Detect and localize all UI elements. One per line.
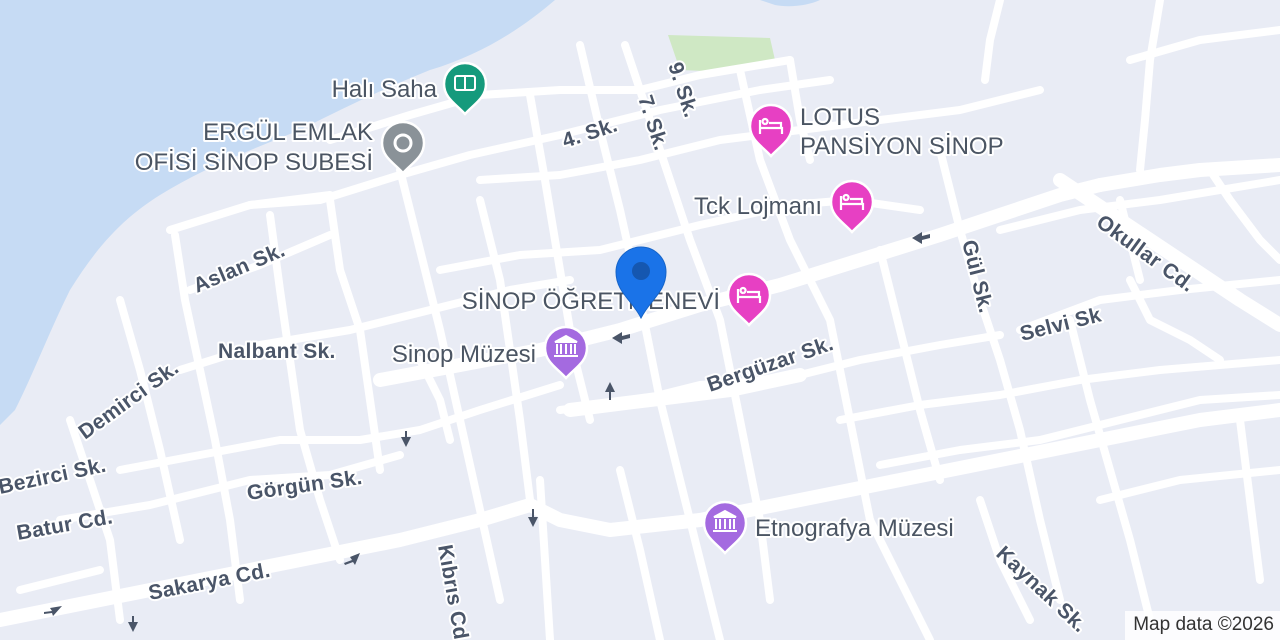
street-label-nalbant-sk: Nalbant Sk. [218, 340, 336, 363]
poi-label-tck-lojmani: Tck Lojmanı [694, 193, 822, 220]
map-view[interactable]: 9. Sk. 7. Sk. 4. Sk. Aslan Sk. Nalbant S… [0, 0, 1280, 640]
poi-label-ergul-line2: OFİSİ SİNOP SUBESİ [135, 149, 373, 176]
map-canvas[interactable]: 9. Sk. 7. Sk. 4. Sk. Aslan Sk. Nalbant S… [0, 0, 1280, 640]
poi-label-etnografya-muzesi: Etnografya Müzesi [755, 515, 954, 542]
poi-label-ergul-line1: ERGÜL EMLAK [203, 119, 373, 146]
poi-label-ogretmenevi: SİNOP ÖĞRETMENEVİ [462, 288, 720, 315]
location-pin-dot [632, 262, 650, 280]
poi-label-hali-saha: Halı Saha [332, 76, 438, 103]
poi-label-lotus-line2: PANSİYON SİNOP [800, 133, 1004, 160]
map-attribution[interactable]: Map data ©2026 [1125, 611, 1280, 640]
poi-label-sinop-muzesi: Sinop Müzesi [392, 341, 536, 368]
poi-label-lotus-line1: LOTUS [800, 104, 880, 131]
